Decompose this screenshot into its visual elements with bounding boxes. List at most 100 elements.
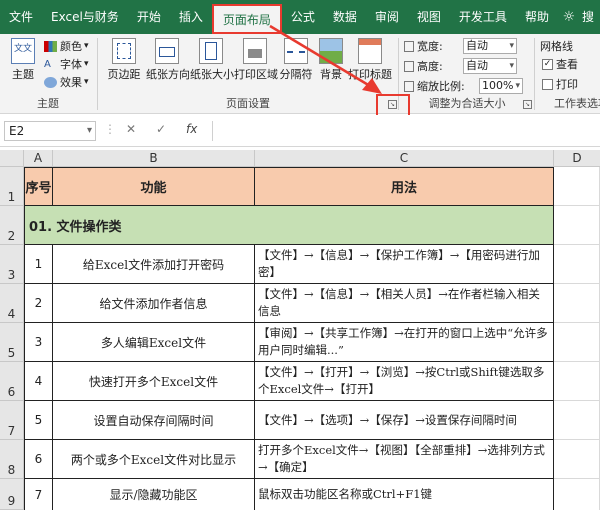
usage-cell[interactable]: 【文件】→【信息】→【相关人员】→在作者栏输入相关信息 [255, 284, 554, 323]
seq-cell[interactable]: 7 [24, 479, 53, 510]
seq-cell[interactable]: 4 [24, 362, 53, 401]
empty-cell[interactable] [554, 401, 600, 440]
empty-cell[interactable] [554, 284, 600, 323]
column-header-c[interactable]: C [255, 150, 554, 167]
size-button[interactable]: 纸张大小 [190, 36, 234, 82]
sheet-options-group: 网格线 ✓ 查看 打印 工作表选项 [538, 34, 600, 114]
usage-cell[interactable]: 【文件】→【信息】→【保护工作簿】→【用密码进行加密】 [255, 245, 554, 284]
function-cell[interactable]: 快速打开多个Excel文件 [53, 362, 255, 401]
usage-cell[interactable]: 【文件】→【选项】→【保存】→设置保存间隔时间 [255, 401, 554, 440]
insert-function-icon[interactable]: fx [186, 122, 197, 136]
function-cell[interactable]: 设置自动保存间隔时间 [53, 401, 255, 440]
tab-home[interactable]: 开始 [128, 0, 170, 34]
height-dropdown[interactable]: 自动 [463, 58, 517, 74]
checkmark-icon[interactable]: ✓ [542, 58, 553, 70]
height-icon [404, 60, 414, 72]
tab-view[interactable]: 视图 [408, 0, 450, 34]
row-header-1[interactable]: 1 [0, 167, 24, 206]
row-header-3[interactable]: 3 [0, 245, 24, 284]
width-control: 宽度: 自动 [404, 38, 517, 54]
background-button[interactable]: 背景 [316, 36, 346, 82]
function-cell[interactable]: 两个或多个Excel文件对比显示 [53, 440, 255, 479]
seq-cell[interactable]: 6 [24, 440, 53, 479]
seq-cell[interactable]: 2 [24, 284, 53, 323]
row-header-5[interactable]: 5 [0, 323, 24, 362]
usage-cell[interactable]: 【文件】→【打开】→【浏览】→按Ctrl或Shift键选取多个Excel文件→【… [255, 362, 554, 401]
cancel-icon[interactable]: ✕ [126, 122, 136, 136]
tab-help[interactable]: 帮助 [516, 0, 558, 34]
scale-dialog-launcher-icon[interactable]: ↘ [523, 100, 532, 109]
name-box[interactable]: E2 [4, 121, 96, 141]
row-header-8[interactable]: 8 [0, 440, 24, 479]
category-cell[interactable]: 01. 文件操作类 [24, 206, 554, 245]
row-header-7[interactable]: 7 [0, 401, 24, 440]
header-cell-usage[interactable]: 用法 [255, 167, 554, 206]
tab-excel-finance[interactable]: Excel与财务 [42, 0, 128, 34]
function-cell[interactable]: 给文件添加作者信息 [53, 284, 255, 323]
function-cell[interactable]: 显示/隐藏功能区 [53, 479, 255, 510]
usage-cell[interactable]: 【审阅】→【共享工作簿】→在打开的窗口上选中“允许多用户同时编辑...” [255, 323, 554, 362]
width-dropdown[interactable]: 自动 [463, 38, 517, 54]
row-header-9[interactable]: 9 [0, 479, 24, 510]
usage-cell[interactable]: 鼠标双击功能区名称或Ctrl+F1键 [255, 479, 554, 510]
scale-spinner[interactable]: 100% [479, 78, 523, 94]
header-cell-seq[interactable]: 序号 [24, 167, 53, 206]
tab-search[interactable]: 搜 [580, 0, 596, 34]
tab-page-layout[interactable]: 页面布局 [211, 4, 282, 34]
themes-button[interactable]: 文文 主题 [6, 36, 40, 82]
empty-cell[interactable] [554, 206, 600, 245]
row-header-4[interactable]: 4 [0, 284, 24, 323]
function-cell[interactable]: 多人编辑Excel文件 [53, 323, 255, 362]
ribbon-separator [97, 38, 98, 110]
lightbulb-icon[interactable]: ☼ [558, 9, 580, 25]
empty-cell[interactable] [554, 323, 600, 362]
tab-developer[interactable]: 开发工具 [450, 0, 516, 34]
background-icon [319, 38, 343, 64]
ribbon-body: 文文 主题 颜色 ▾ A 字体 ▾ 效果 ▾ 主题 页边距 纸张方向 纸张大小 … [0, 34, 600, 114]
empty-cell[interactable] [554, 167, 600, 206]
effects-button[interactable]: 效果 ▾ [44, 74, 89, 90]
seq-cell[interactable]: 1 [24, 245, 53, 284]
column-header-b[interactable]: B [53, 150, 255, 167]
seq-cell[interactable]: 5 [24, 401, 53, 440]
header-cell-function[interactable]: 功能 [53, 167, 255, 206]
colors-button[interactable]: 颜色 ▾ [44, 38, 89, 54]
formula-input[interactable] [212, 121, 598, 141]
gridlines-title: 网格线 [540, 40, 573, 53]
size-icon [199, 38, 223, 64]
empty-cell[interactable] [554, 479, 600, 510]
tab-file[interactable]: 文件 [0, 0, 42, 34]
empty-cell[interactable] [554, 362, 600, 401]
tab-review[interactable]: 审阅 [366, 0, 408, 34]
fonts-button[interactable]: A 字体 ▾ [44, 56, 89, 72]
sheet-options-group-label: 工作表选项 [554, 97, 600, 110]
empty-cell[interactable] [554, 440, 600, 479]
row-header-2[interactable]: 2 [0, 206, 24, 245]
empty-cell[interactable] [554, 245, 600, 284]
page-setup-group: 页边距 纸张方向 纸张大小 打印区域 分隔符 背景 打印标题 页面设置 ↘ [100, 34, 397, 114]
effects-icon [44, 76, 57, 88]
gridlines-view-option[interactable]: ✓ 查看 [542, 56, 578, 72]
function-cell[interactable]: 给Excel文件添加打开密码 [53, 245, 255, 284]
scale-group-label: 调整为合适大小 [428, 97, 506, 110]
checkbox-icon[interactable] [542, 78, 553, 90]
tab-formulas[interactable]: 公式 [282, 0, 324, 34]
fonts-icon: A [44, 58, 51, 70]
seq-cell[interactable]: 3 [24, 323, 53, 362]
breaks-button[interactable]: 分隔符 [278, 36, 314, 82]
column-header-a[interactable]: A [24, 150, 53, 167]
tab-insert[interactable]: 插入 [170, 0, 212, 34]
more-options-icon: ⋮ [104, 122, 116, 136]
column-header-d[interactable]: D [554, 150, 600, 167]
usage-cell[interactable]: 打开多个Excel文件→【视图】【全部重排】→选排列方式→【确定】 [255, 440, 554, 479]
gridlines-print-option[interactable]: 打印 [542, 76, 578, 92]
tab-data[interactable]: 数据 [324, 0, 366, 34]
margins-button[interactable]: 页边距 [106, 36, 142, 82]
enter-icon[interactable]: ✓ [156, 122, 166, 136]
select-all-corner[interactable] [0, 150, 24, 167]
print-titles-button[interactable]: 打印标题 [348, 36, 392, 82]
ribbon-separator [534, 38, 535, 110]
row-header-6[interactable]: 6 [0, 362, 24, 401]
orientation-button[interactable]: 纸张方向 [146, 36, 190, 82]
print-area-button[interactable]: 打印区域 [234, 36, 278, 82]
